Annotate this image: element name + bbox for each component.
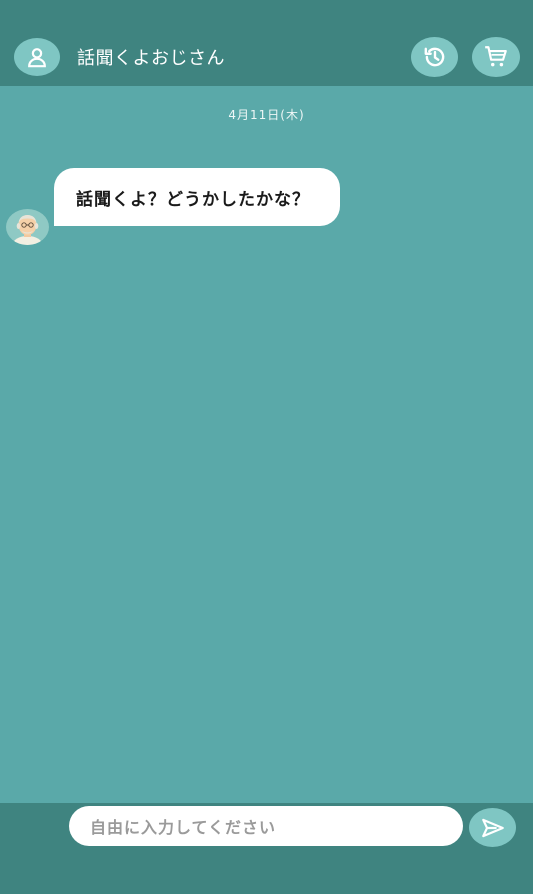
history-button[interactable] [411, 37, 458, 77]
bot-avatar [6, 209, 49, 245]
user-icon [28, 48, 46, 68]
history-icon [424, 47, 444, 67]
message-input-placeholder: 自由に入力してください [90, 818, 277, 837]
profile-button[interactable] [14, 38, 60, 76]
message-input[interactable]: 自由に入力してください [69, 806, 463, 846]
bot-message-bubble: 話聞くよ？どうかしたかな？ [54, 168, 340, 226]
send-button[interactable] [469, 808, 516, 847]
chat-date: 4月11日(木) [228, 108, 305, 122]
chat-title: 話聞くよおじさん [77, 48, 225, 69]
cart-icon [485, 46, 507, 67]
message-text: 話聞くよ？どうかしたかな？ [76, 189, 310, 210]
app-header: 話聞くよおじさん [0, 0, 533, 86]
old-man-avatar-icon [12, 215, 43, 245]
send-icon [481, 818, 504, 837]
cart-button[interactable] [472, 37, 520, 77]
